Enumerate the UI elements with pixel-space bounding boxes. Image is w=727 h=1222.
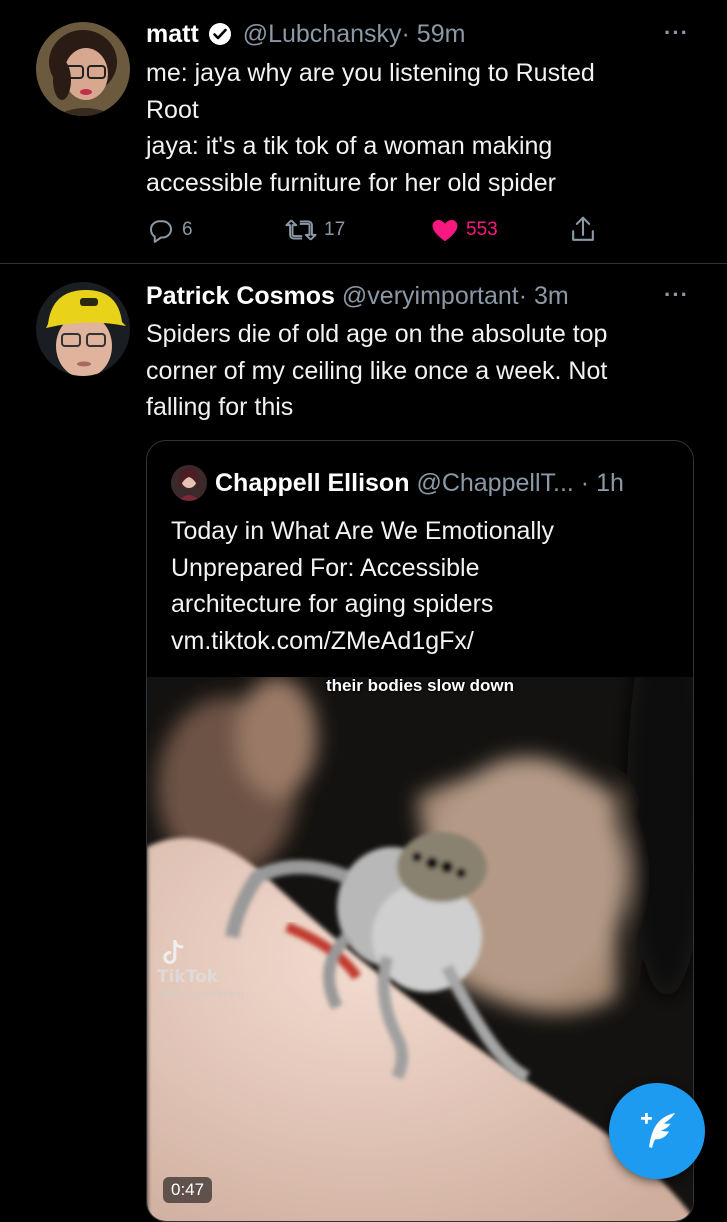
quoted-tweet[interactable]: Chappell Ellison @ChappellT... · 1h Toda… — [146, 440, 694, 1222]
retweet-button[interactable]: 17 — [284, 212, 345, 248]
tiktok-watermark: TikTok — [157, 967, 219, 987]
quoted-tweet-text: Today in What Are We Emotionally Unprepa… — [171, 517, 555, 655]
quoted-tweet-header: Chappell Ellison @ChappellT... · 1h — [215, 467, 624, 499]
retweet-count: 17 — [324, 219, 346, 240]
avatar[interactable] — [36, 282, 130, 376]
tweet-header: matt @Lubchansky· 59m — [146, 18, 465, 54]
reply-count: 6 — [182, 219, 193, 240]
tweet-matt[interactable]: matt @Lubchansky· 59m ··· me: jaya why a… — [0, 0, 727, 263]
video-caption: their bodies slow down — [326, 677, 514, 695]
more-icon[interactable]: ··· — [664, 20, 689, 46]
timestamp[interactable]: · 3m — [519, 282, 569, 310]
display-name[interactable]: Patrick Cosmos — [146, 282, 335, 310]
avatar[interactable] — [171, 465, 207, 501]
compose-tweet-button[interactable] — [609, 1083, 705, 1179]
tweet-actions: 6 17 553 — [146, 212, 616, 248]
tweet-text: me: jaya why are you listening to Rusted… — [146, 59, 595, 197]
reply-button[interactable]: 6 — [146, 212, 193, 248]
more-icon[interactable]: ··· — [664, 282, 689, 308]
tweet-text: Spiders die of old age on the absolute t… — [146, 320, 608, 421]
share-button[interactable] — [568, 212, 598, 248]
handle[interactable]: @veryimportant — [342, 282, 519, 310]
heart-icon — [432, 220, 458, 242]
compose-tweet-icon — [641, 1113, 675, 1148]
reply-icon — [150, 220, 172, 243]
retweet-icon — [285, 219, 317, 241]
display-name[interactable]: Chappell Ellison — [215, 469, 409, 497]
like-button[interactable]: 553 — [430, 212, 498, 248]
verified-badge-icon — [208, 22, 232, 54]
timestamp[interactable]: · 1h — [581, 469, 624, 497]
handle[interactable]: @Lubchansky — [243, 20, 402, 48]
avatar[interactable] — [36, 22, 130, 116]
display-name[interactable]: matt — [146, 20, 199, 48]
tweet-header: Patrick Cosmos @veryimportant· 3m — [146, 280, 569, 312]
tiktok-watermark-user: @little_spiderloving — [157, 989, 244, 1000]
share-icon — [572, 216, 594, 241]
video-duration-badge: 0:47 — [163, 1177, 213, 1203]
timestamp[interactable]: · 59m — [402, 20, 466, 48]
handle[interactable]: @ChappellT... — [416, 469, 573, 497]
like-count: 553 — [466, 219, 498, 240]
